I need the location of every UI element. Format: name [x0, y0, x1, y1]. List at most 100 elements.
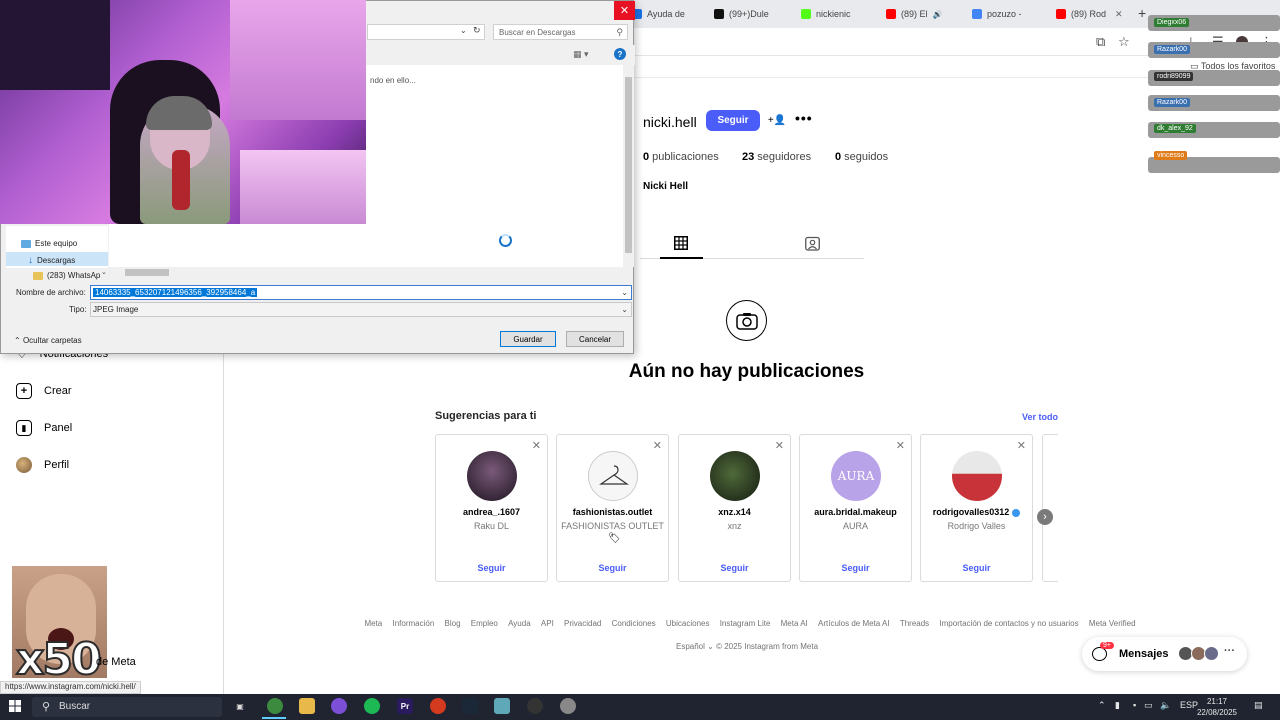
- browser-tab[interactable]: (99+)Dule: [708, 4, 775, 24]
- dismiss-icon[interactable]: ✕: [775, 439, 784, 452]
- footer-link[interactable]: Privacidad: [564, 619, 601, 628]
- new-tab-button[interactable]: +: [1138, 5, 1146, 21]
- filename-input[interactable]: 14063335_653207121496356_392958464_a ⌄: [90, 285, 632, 300]
- suggestion-username[interactable]: aura.bridal.makeup: [800, 507, 911, 517]
- browser-tab[interactable]: nickienic: [795, 4, 857, 24]
- install-app-icon[interactable]: ⧉: [1096, 34, 1105, 50]
- close-tab-icon[interactable]: ✕: [1115, 9, 1123, 20]
- more-options-button[interactable]: •••: [795, 110, 813, 126]
- dismiss-icon[interactable]: ✕: [653, 439, 662, 452]
- app-icon[interactable]: [560, 698, 576, 714]
- chevron-down-icon[interactable]: ⌄: [460, 26, 467, 35]
- footer-link[interactable]: Instagram Lite: [720, 619, 771, 628]
- follow-button[interactable]: Seguir: [436, 563, 547, 573]
- more-icon[interactable]: ···: [1224, 645, 1235, 657]
- tagged-icon[interactable]: [805, 236, 820, 251]
- footer-link[interactable]: Ayuda: [508, 619, 531, 628]
- chrome-icon[interactable]: [267, 698, 283, 714]
- scrollbar-thumb[interactable]: [625, 77, 632, 253]
- scrollbar-thumb[interactable]: [125, 269, 169, 276]
- footer-link[interactable]: Meta AI: [781, 619, 808, 628]
- opera-icon[interactable]: [430, 698, 446, 714]
- notifications-icon[interactable]: ▤: [1254, 700, 1263, 711]
- footer-link[interactable]: Meta Verified: [1089, 619, 1136, 628]
- footer-link[interactable]: Empleo: [471, 619, 498, 628]
- footer-link[interactable]: Artículos de Meta AI: [818, 619, 890, 628]
- sidebar-item-profile[interactable]: Perfil: [16, 457, 69, 473]
- footer-link[interactable]: Información: [392, 619, 434, 628]
- see-all-link[interactable]: Ver todo: [1022, 412, 1058, 422]
- suggestion-username[interactable]: xnz.x14: [679, 507, 790, 517]
- steam-icon[interactable]: [462, 698, 478, 714]
- sidebar-meta-label[interactable]: de Meta: [96, 656, 136, 668]
- save-button[interactable]: Guardar: [500, 331, 556, 347]
- avatar[interactable]: [710, 451, 760, 501]
- grid-icon[interactable]: [674, 236, 688, 250]
- premiere-icon[interactable]: Pr: [397, 698, 413, 714]
- follow-button[interactable]: Seguir: [921, 563, 1032, 573]
- chevron-up-icon[interactable]: ⌃: [1098, 700, 1106, 711]
- following-stat[interactable]: 0 seguidos: [835, 151, 888, 163]
- task-view-icon[interactable]: ▣: [232, 698, 248, 714]
- footer-link[interactable]: Threads: [900, 619, 929, 628]
- language-select[interactable]: Español: [676, 642, 705, 651]
- browser-tab[interactable]: (89) El 🔊: [880, 4, 948, 24]
- obs-icon[interactable]: [527, 698, 543, 714]
- address-bar[interactable]: [367, 24, 485, 40]
- footer-link[interactable]: Condiciones: [612, 619, 656, 628]
- spotify-icon[interactable]: [364, 698, 380, 714]
- file-type-select[interactable]: JPEG Image ⌄: [90, 302, 632, 317]
- followers-stat[interactable]: 23 seguidores: [742, 151, 811, 163]
- app-tray-icon[interactable]: ▪: [1133, 700, 1136, 710]
- cancel-button[interactable]: Cancelar: [566, 331, 624, 347]
- file-explorer-icon[interactable]: [299, 698, 315, 714]
- avatar[interactable]: [588, 451, 638, 501]
- bookmark-star-icon[interactable]: ☆: [1118, 34, 1130, 50]
- browser-tab[interactable]: Ayuda de: [626, 4, 691, 24]
- horizontal-scrollbar[interactable]: [109, 267, 623, 278]
- close-icon[interactable]: ✕: [614, 1, 635, 20]
- follow-button[interactable]: Seguir: [706, 110, 760, 131]
- avatar[interactable]: [952, 451, 1002, 501]
- tree-item-folder[interactable]: (283) WhatsAp: [33, 271, 100, 280]
- browser-tab[interactable]: pozuzo -: [966, 4, 1028, 24]
- suggestion-username[interactable]: fashionistas.outlet: [557, 507, 668, 517]
- network-icon[interactable]: ▭: [1144, 700, 1153, 711]
- avatar[interactable]: AURA: [831, 451, 881, 501]
- footer-link[interactable]: Blog: [445, 619, 461, 628]
- speaker-icon[interactable]: 🔊: [933, 10, 943, 19]
- taskbar-search-label[interactable]: Buscar: [59, 701, 90, 712]
- search-input[interactable]: Buscar en Descargas ⚲: [493, 24, 628, 40]
- dismiss-icon[interactable]: ✕: [896, 439, 905, 452]
- tree-item-downloads[interactable]: ↓ Descargas: [28, 255, 75, 266]
- help-icon[interactable]: ?: [614, 48, 626, 60]
- refresh-icon[interactable]: ↻: [473, 25, 481, 36]
- follow-button[interactable]: Seguir: [800, 563, 911, 573]
- footer-link[interactable]: Importación de contactos y no usuarios: [939, 619, 1078, 628]
- tree-item-this-pc[interactable]: Este equipo: [21, 239, 77, 248]
- dismiss-icon[interactable]: ✕: [1017, 439, 1026, 452]
- dismiss-icon[interactable]: ✕: [532, 439, 541, 452]
- follow-button[interactable]: Seguir: [557, 563, 668, 573]
- hide-folders-toggle[interactable]: ⌃ Ocultar carpetas: [14, 336, 82, 345]
- suggestion-username[interactable]: rodrigovalles0312: [921, 507, 1032, 517]
- windows-start-icon[interactable]: [9, 700, 21, 712]
- chevron-down-icon[interactable]: ⌄: [621, 288, 628, 297]
- chevron-down-icon[interactable]: ⌄: [101, 268, 107, 276]
- sidebar-item-create[interactable]: + Crear: [16, 383, 72, 399]
- app-icon[interactable]: [494, 698, 510, 714]
- view-options-icon[interactable]: ▦ ▾: [573, 49, 589, 60]
- footer-link[interactable]: Meta: [364, 619, 382, 628]
- chevron-right-icon[interactable]: ›: [1037, 509, 1053, 525]
- microphone-tray-icon[interactable]: ▮: [1115, 700, 1120, 711]
- app-icon[interactable]: [331, 698, 347, 714]
- footer-link[interactable]: API: [541, 619, 554, 628]
- avatar[interactable]: [467, 451, 517, 501]
- messages-button[interactable]: 9+ Mensajes ···: [1082, 637, 1247, 671]
- volume-icon[interactable]: 🔈: [1160, 700, 1171, 711]
- footer-link[interactable]: Ubicaciones: [666, 619, 710, 628]
- taskbar-clock[interactable]: 21:17 22/08/2025: [1196, 696, 1238, 718]
- sidebar-item-panel[interactable]: ▮ Panel: [16, 420, 72, 436]
- follow-button[interactable]: Seguir: [679, 563, 790, 573]
- browser-tab[interactable]: (89) Rod ✕: [1050, 4, 1129, 24]
